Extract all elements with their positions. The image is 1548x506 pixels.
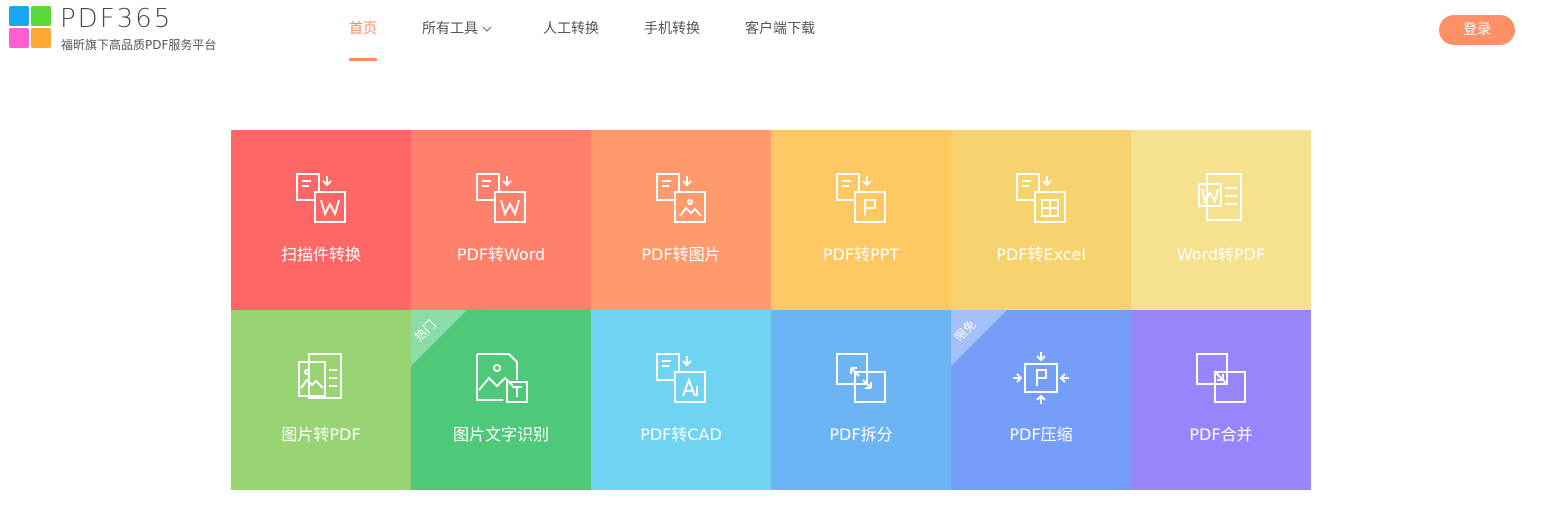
logo-square-blue <box>9 6 29 26</box>
logo-square-orange <box>31 28 51 48</box>
pdf-to-excel-icon <box>1013 170 1069 226</box>
nav-label: 手机转换 <box>644 21 700 37</box>
tool-label: PDF转PPT <box>822 245 900 264</box>
tool-label: PDF压缩 <box>1009 425 1073 444</box>
nav-item-manual-convert[interactable]: 人工转换 <box>543 18 599 38</box>
nav-label: 所有工具 <box>422 21 478 37</box>
tool-tile[interactable]: PDF合并 <box>1131 310 1311 490</box>
pdf-compress-icon <box>1013 350 1069 406</box>
tool-tile[interactable]: PDF转Excel <box>951 130 1131 310</box>
pdf-to-cad-icon <box>653 350 709 406</box>
tool-label: 图片文字识别 <box>452 425 549 444</box>
login-button[interactable]: 登录 <box>1439 15 1515 45</box>
nav-item-all-tools[interactable]: 所有工具 <box>422 18 492 38</box>
tool-grid: 扫描件转换 PDF转Word PDF转图片 PDF转PPT PDF转Excel W… <box>231 130 1311 490</box>
brand-logo[interactable]: PDF365 福昕旗下高品质PDF服务平台 <box>9 4 229 52</box>
pdf-to-ppt-icon <box>833 170 889 226</box>
logo-square-pink <box>9 28 29 48</box>
tool-tile[interactable]: PDF转CAD <box>591 310 771 490</box>
nav-item-home[interactable]: 首页 <box>349 18 377 38</box>
tool-tile[interactable]: PDF转图片 <box>591 130 771 310</box>
tool-label: PDF转Excel <box>996 245 1086 264</box>
brand-name: PDF365 <box>60 4 173 34</box>
tool-tile[interactable]: 图片文字识别 热门 <box>411 310 591 490</box>
tool-tile[interactable]: PDF压缩 限免 <box>951 310 1131 490</box>
tool-tile[interactable]: 扫描件转换 <box>231 130 411 310</box>
image-to-pdf-icon <box>293 350 349 406</box>
tool-tile[interactable]: PDF拆分 <box>771 310 951 490</box>
nav-label: 首页 <box>349 21 377 37</box>
tool-label: 图片转PDF <box>281 425 361 444</box>
tool-tile[interactable]: PDF转Word <box>411 130 591 310</box>
nav-active-indicator <box>349 58 377 61</box>
pdf-to-image-icon <box>653 170 709 226</box>
chevron-down-icon <box>482 26 492 32</box>
tool-tile[interactable]: Word转PDF <box>1131 130 1311 310</box>
pdf-merge-icon <box>1193 350 1249 406</box>
image-ocr-icon <box>473 350 529 406</box>
tool-tile[interactable]: PDF转PPT <box>771 130 951 310</box>
pdf-split-icon <box>833 350 889 406</box>
nav-item-mobile-convert[interactable]: 手机转换 <box>644 18 700 38</box>
logo-square-green <box>31 6 51 26</box>
tool-label: Word转PDF <box>1176 245 1266 264</box>
scan-to-word-icon <box>293 170 349 226</box>
top-header: PDF365 福昕旗下高品质PDF服务平台 首页 所有工具 人工转换 手机转换 … <box>0 0 1548 62</box>
tool-label: PDF拆分 <box>829 425 893 444</box>
nav-label: 人工转换 <box>543 21 599 37</box>
tool-label: PDF转图片 <box>641 245 721 264</box>
logo-squares-icon <box>9 6 51 48</box>
nav-item-client-download[interactable]: 客户端下载 <box>745 18 815 38</box>
tool-label: 扫描件转换 <box>280 245 361 264</box>
brand-slogan: 福昕旗下高品质PDF服务平台 <box>61 38 217 52</box>
nav-label: 客户端下载 <box>745 21 815 37</box>
tool-label: PDF转CAD <box>640 425 722 444</box>
tool-label: PDF转Word <box>456 245 546 264</box>
word-to-pdf-icon <box>1193 170 1249 226</box>
tool-label: PDF合并 <box>1189 425 1253 444</box>
tool-tile[interactable]: 图片转PDF <box>231 310 411 490</box>
pdf-to-word-icon <box>473 170 529 226</box>
